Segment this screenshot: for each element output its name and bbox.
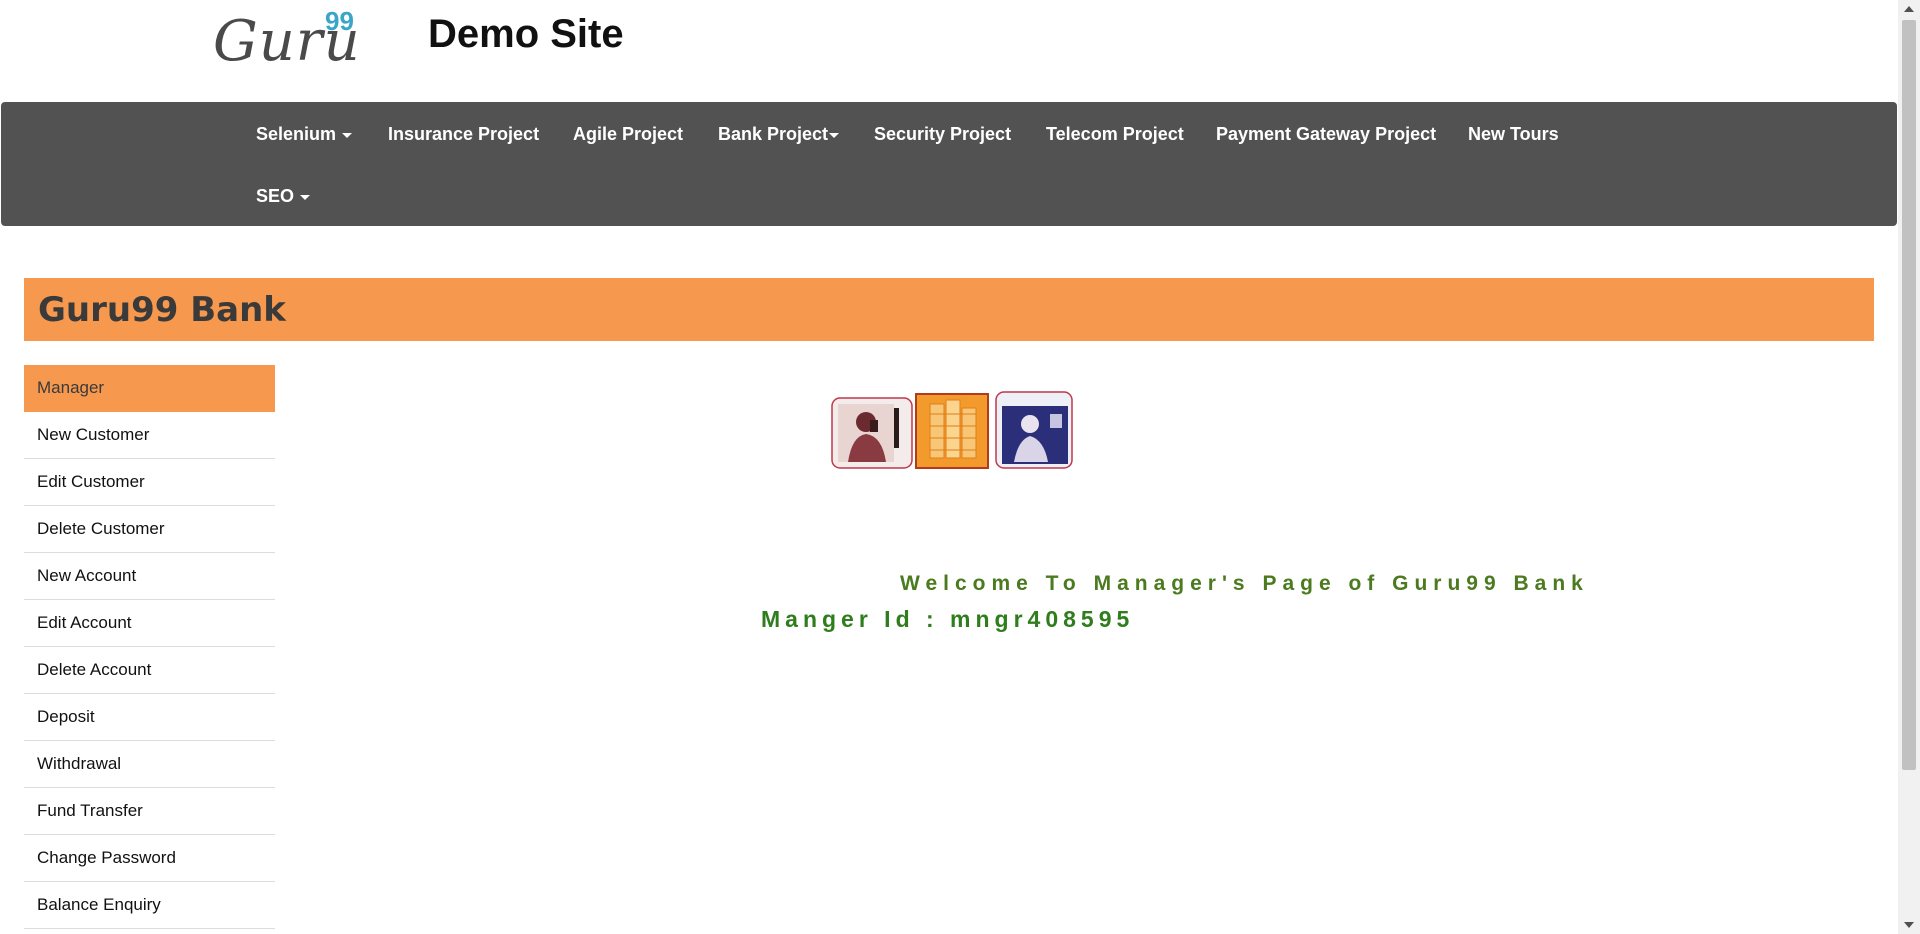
manager-id: Manger Id : mngr408595 xyxy=(761,606,1135,632)
scroll-thumb[interactable] xyxy=(1902,20,1916,770)
top-navbar: Selenium Insurance Project Agile Project… xyxy=(1,102,1897,226)
sidebar-item-change-password[interactable]: Change Password xyxy=(24,835,275,882)
nav-insurance-project[interactable]: Insurance Project xyxy=(388,123,539,145)
nav-selenium[interactable]: Selenium xyxy=(256,123,353,145)
logo-superscript: 99 xyxy=(325,6,354,36)
nav-new-tours[interactable]: New Tours xyxy=(1468,123,1559,145)
bank-title: Guru99 Bank xyxy=(38,290,286,330)
sidebar-item-manager[interactable]: Manager xyxy=(24,365,275,412)
sidebar-item-deposit[interactable]: Deposit xyxy=(24,694,275,741)
chevron-down-icon xyxy=(829,132,840,138)
sidebar-item-new-customer[interactable]: New Customer xyxy=(24,412,275,459)
nav-agile-project[interactable]: Agile Project xyxy=(573,123,683,145)
sidebar-item-withdrawal[interactable]: Withdrawal xyxy=(24,741,275,788)
scroll-up-icon[interactable] xyxy=(1904,6,1914,12)
scroll-down-icon[interactable] xyxy=(1904,922,1914,928)
nav-selenium-label: Selenium xyxy=(256,124,337,144)
nav-seo[interactable]: SEO xyxy=(256,185,311,207)
sidebar-item-new-account[interactable]: New Account xyxy=(24,553,275,600)
vertical-scrollbar[interactable] xyxy=(1898,0,1920,934)
nav-payment-gateway-project[interactable]: Payment Gateway Project xyxy=(1216,123,1436,145)
chevron-down-icon xyxy=(300,194,311,200)
chevron-down-icon xyxy=(342,132,353,138)
site-title: Demo Site xyxy=(428,12,624,56)
bank-collage-image xyxy=(831,391,1073,469)
nav-bank-project-label: Bank Project xyxy=(718,124,829,144)
guru99-logo[interactable]: Guru 99 xyxy=(213,6,363,70)
nav-security-project[interactable]: Security Project xyxy=(874,123,1011,145)
nav-bank-project[interactable]: Bank Project xyxy=(718,123,840,145)
bank-banner: Guru99 Bank xyxy=(24,278,1874,341)
page: Guru 99 Demo Site Selenium Insurance Pro… xyxy=(0,0,1898,934)
sidebar-item-edit-customer[interactable]: Edit Customer xyxy=(24,459,275,506)
sidebar-item-delete-customer[interactable]: Delete Customer xyxy=(24,506,275,553)
nav-telecom-project[interactable]: Telecom Project xyxy=(1046,123,1184,145)
sidebar-item-fund-transfer[interactable]: Fund Transfer xyxy=(24,788,275,835)
nav-seo-label: SEO xyxy=(256,186,295,206)
welcome-message: Welcome To Manager's Page of Guru99 Bank xyxy=(900,572,1589,595)
sidebar-menu: Manager New Customer Edit Customer Delet… xyxy=(24,365,275,929)
sidebar-item-balance-enquiry[interactable]: Balance Enquiry xyxy=(24,882,275,929)
sidebar-item-delete-account[interactable]: Delete Account xyxy=(24,647,275,694)
sidebar-item-edit-account[interactable]: Edit Account xyxy=(24,600,275,647)
